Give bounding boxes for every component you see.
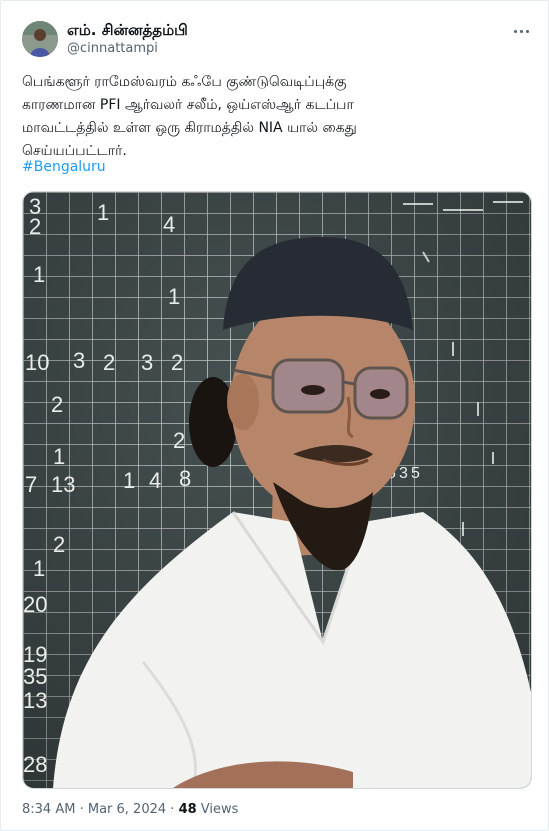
board-number: 1 bbox=[168, 284, 180, 309]
board-number: 1 bbox=[33, 262, 45, 287]
tweet-time[interactable]: 8:34 AM bbox=[22, 802, 75, 817]
more-horizontal-icon[interactable] bbox=[508, 21, 534, 41]
avatar-image bbox=[22, 21, 58, 57]
board-number: 13 bbox=[51, 472, 75, 497]
tweet-text: பெங்களூர் ராமேஸ்வரம் கஃபே குண்டுவெடிப்பு… bbox=[22, 74, 357, 159]
author-handle[interactable]: @cinnattampi bbox=[67, 41, 158, 57]
photo-scene: 3 1 4 2 1 1 10 3 2 3 2 2 2 1 7 13 1 4 8 … bbox=[23, 192, 531, 788]
board-number: 8 bbox=[179, 466, 191, 491]
board-number: 35 bbox=[23, 664, 47, 689]
board-number: 28 bbox=[23, 752, 47, 777]
board-number: 13 bbox=[23, 688, 47, 713]
board-number: 2 bbox=[29, 214, 41, 239]
board-number: 3 bbox=[141, 350, 153, 375]
board-number: 2 bbox=[173, 428, 185, 453]
views-label: Views bbox=[200, 802, 239, 817]
meta-separator: · bbox=[79, 802, 84, 817]
board-number: 2 bbox=[103, 350, 115, 375]
board-number: 20 bbox=[23, 592, 47, 617]
board-number: 1 bbox=[97, 200, 109, 225]
tweet-card: எம். சின்னத்தம்பி @cinnattampi பெங்களூர்… bbox=[0, 0, 549, 831]
meta-separator: · bbox=[170, 802, 175, 817]
hashtag-link[interactable]: #Bengaluru bbox=[22, 157, 106, 177]
board-number: 1 bbox=[123, 468, 135, 493]
tweet-photo[interactable]: 3 1 4 2 1 1 10 3 2 3 2 2 2 1 7 13 1 4 8 … bbox=[22, 191, 532, 789]
board-number: 3 bbox=[73, 348, 85, 373]
author-name[interactable]: எம். சின்னத்தம்பி bbox=[67, 21, 188, 39]
views-count: 48 bbox=[178, 802, 197, 817]
board-number: 2 bbox=[53, 532, 65, 557]
board-number: 3 bbox=[399, 465, 408, 482]
board-number: 1 bbox=[33, 556, 45, 581]
board-number: 1 bbox=[53, 444, 65, 469]
board-number: 10 bbox=[25, 350, 49, 375]
board-number: 2 bbox=[171, 350, 183, 375]
board-number: 2 bbox=[51, 392, 63, 417]
tweet-meta: 8:34 AM · Mar 6, 2024 · 48 Views bbox=[22, 801, 238, 819]
avatar[interactable] bbox=[22, 21, 58, 57]
board-number: 4 bbox=[163, 212, 175, 237]
board-number: 5 bbox=[411, 465, 420, 482]
board-number: 7 bbox=[25, 472, 37, 497]
tweet-date[interactable]: Mar 6, 2024 bbox=[88, 802, 166, 817]
board-number: 4 bbox=[149, 468, 161, 493]
